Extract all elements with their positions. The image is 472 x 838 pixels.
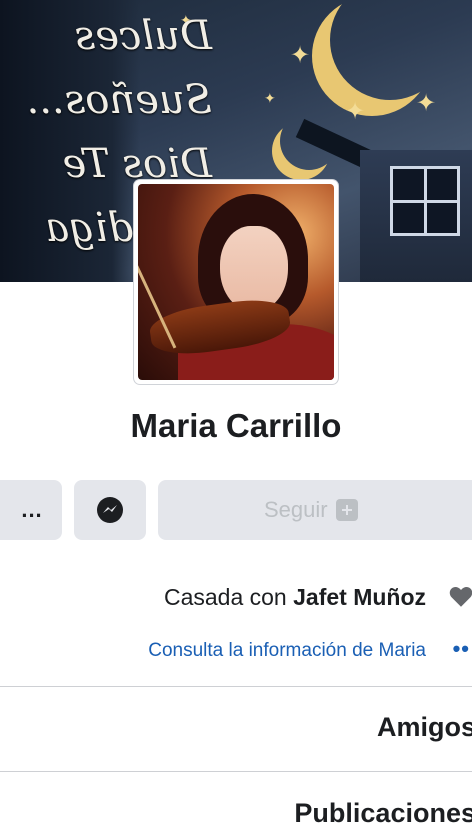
message-button[interactable] <box>74 480 146 540</box>
profile-name: Maria Carrillo <box>130 407 342 444</box>
cover-star: ✦ <box>264 90 276 106</box>
cover-small-moon <box>280 112 338 170</box>
messenger-icon <box>97 497 123 523</box>
more-label: ... <box>21 497 43 522</box>
add-friend-icon <box>335 499 358 521</box>
avatar-face <box>220 226 288 312</box>
cover-window <box>390 166 460 236</box>
follow-label: Seguir <box>264 497 328 522</box>
cover-text-line: Sueños... <box>26 77 212 123</box>
see-about-info-link[interactable]: Consulta la información de Maria <box>148 638 426 664</box>
cover-text-line: Dulces <box>74 13 212 59</box>
relationship-text: Casada con Jafet Muñoz <box>164 582 426 612</box>
cover-star: ✦ <box>416 90 437 117</box>
relationship-prefix: Casada con <box>163 584 294 610</box>
more-options-button[interactable]: ... <box>0 480 62 540</box>
more-dots-icon: •• <box>452 636 470 661</box>
relationship-status: Casada con Jafet Muñoz <box>0 582 472 612</box>
partner-link[interactable]: Jafet Muñoz <box>293 584 426 610</box>
cover-star: ✦ <box>345 98 366 125</box>
heart-icon <box>449 587 472 607</box>
cover-moon <box>330 0 450 100</box>
follow-button[interactable]: Seguir <box>158 480 472 540</box>
friends-section-title[interactable]: Amigos <box>377 710 472 744</box>
divider <box>0 771 472 772</box>
cover-star: ✦ <box>290 42 311 69</box>
profile-picture-frame[interactable] <box>134 180 338 384</box>
posts-section-title[interactable]: Publicaciones <box>294 796 472 830</box>
profile-picture[interactable] <box>138 184 334 380</box>
divider <box>0 686 472 687</box>
